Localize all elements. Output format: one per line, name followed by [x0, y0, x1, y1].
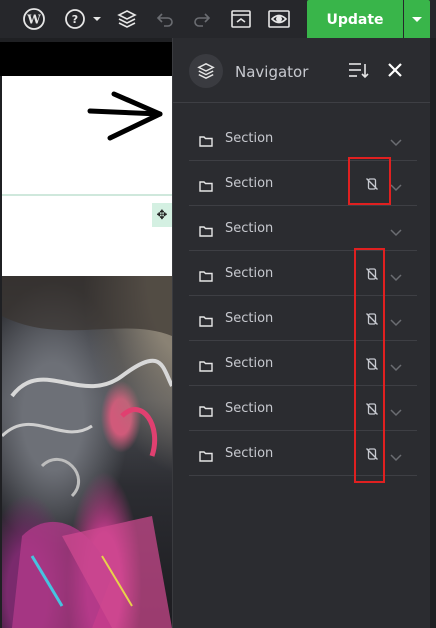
graffiti-strokes: [0, 276, 172, 628]
white-section[interactable]: [2, 76, 172, 196]
chevron-down-icon[interactable]: [389, 267, 403, 282]
update-options-dropdown[interactable]: [404, 0, 430, 40]
annotation-box: [354, 248, 385, 483]
folder-icon: [199, 447, 213, 462]
navigator-item-section[interactable]: Section: [189, 206, 417, 251]
undo-icon[interactable]: [153, 7, 177, 31]
drag-handle-icon[interactable]: ✥: [152, 203, 172, 227]
folder-icon: [199, 267, 213, 282]
folder-icon: [199, 402, 213, 417]
navigator-item-section[interactable]: Section: [189, 116, 417, 161]
navigator-item-label: Section: [225, 220, 274, 236]
navigator-header: Navigator: [173, 38, 431, 103]
folder-icon: [199, 312, 213, 327]
graffiti-image: [0, 276, 172, 628]
update-button[interactable]: Update: [307, 0, 403, 40]
folder-icon: [199, 357, 213, 372]
template-icon[interactable]: [229, 7, 253, 31]
close-icon[interactable]: [387, 62, 405, 80]
chevron-down-icon[interactable]: [389, 132, 403, 147]
panel-edge: [430, 38, 436, 628]
editor-toolbar: W ? Update: [0, 0, 436, 40]
navigator-item-label: Section: [225, 355, 274, 371]
navigator-item-label: Section: [225, 265, 274, 281]
chevron-down-icon[interactable]: [389, 312, 403, 327]
chevron-down-icon[interactable]: [389, 222, 403, 237]
folder-icon: [199, 177, 213, 192]
chevron-down-icon[interactable]: [389, 357, 403, 372]
svg-text:?: ?: [72, 13, 78, 26]
folder-icon: [199, 132, 213, 147]
arrow-drawing: [87, 91, 163, 141]
preview-icon[interactable]: [267, 7, 291, 31]
layers-icon: [189, 54, 223, 88]
navigator-panel: Navigator Section Section Section Section Se…: [172, 38, 431, 628]
help-icon[interactable]: ?: [64, 7, 104, 31]
chevron-down-icon[interactable]: [389, 402, 403, 417]
chevron-down-icon[interactable]: [389, 447, 403, 462]
redo-icon[interactable]: [190, 7, 214, 31]
caret-down-icon: [412, 17, 422, 22]
navigator-item-label: Section: [225, 175, 274, 191]
navigator-item-label: Section: [225, 445, 274, 461]
header-strip: [0, 42, 172, 76]
wordpress-icon[interactable]: W: [22, 7, 46, 31]
editor-canvas[interactable]: ✥: [0, 38, 172, 628]
svg-text:W: W: [26, 13, 41, 27]
chevron-down-icon[interactable]: [389, 177, 403, 192]
sort-icon[interactable]: [348, 62, 370, 80]
navigator-item-label: Section: [225, 310, 274, 326]
white-section-2[interactable]: [2, 196, 172, 276]
annotation-box: [348, 157, 391, 205]
navigator-item-label: Section: [225, 400, 274, 416]
layers-icon[interactable]: [115, 7, 139, 31]
navigator-title: Navigator: [235, 63, 309, 81]
navigator-item-label: Section: [225, 130, 274, 146]
folder-icon: [199, 222, 213, 237]
